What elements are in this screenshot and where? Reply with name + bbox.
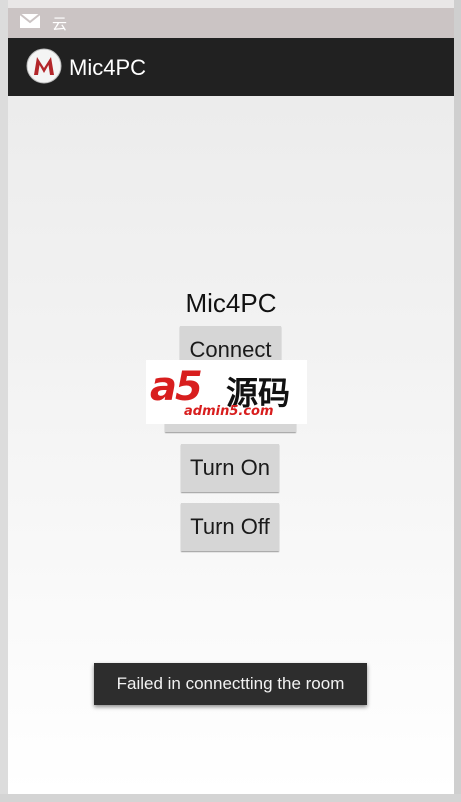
- status-bar: 云: [8, 8, 454, 38]
- app-title: Mic4PC: [69, 55, 147, 80]
- app-logo-icon[interactable]: [26, 48, 62, 84]
- main-content: Mic4PC Connect Turn On Turn Off a5 源码 ad…: [8, 96, 454, 794]
- watermark-url: admin5.com: [184, 404, 274, 419]
- page-heading: Mic4PC: [185, 288, 277, 318]
- mail-icon: [20, 14, 40, 28]
- watermark-logo: a5 源码 admin5.com: [146, 360, 307, 424]
- toast-message: Failed in connectting the room: [94, 663, 367, 705]
- action-bar: Mic4PC: [8, 38, 454, 96]
- screen-left-edge: [0, 0, 8, 802]
- turn-off-button[interactable]: Turn Off: [181, 503, 279, 551]
- turn-on-button[interactable]: Turn On: [181, 444, 279, 492]
- screen-bottom-edge: [0, 794, 461, 802]
- device-screen: 云 Mic4PC Mic4PC Connect Turn On Turn Off…: [0, 0, 461, 802]
- status-text: 云: [52, 15, 68, 33]
- screen-right-edge: [454, 0, 461, 802]
